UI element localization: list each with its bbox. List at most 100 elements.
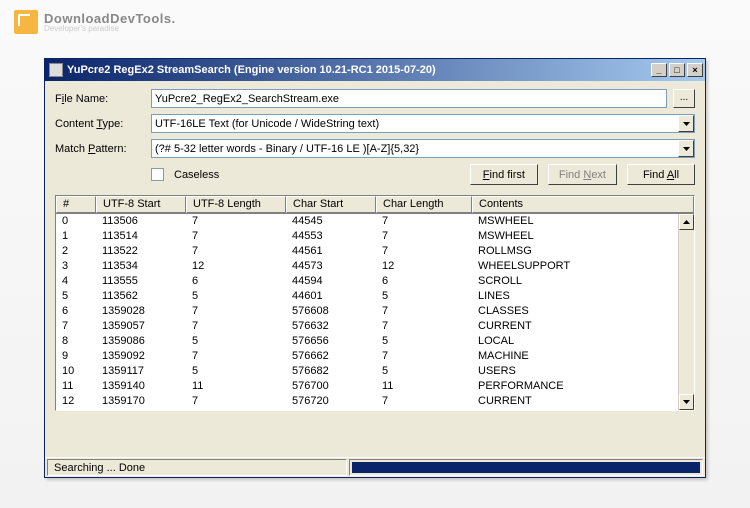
app-window: YuPcre2 RegEx2 StreamSearch (Engine vers… [44,58,706,478]
grid-header: # UTF-8 Start UTF-8 Length Char Start Ch… [56,196,694,214]
cell: 1 [56,229,96,244]
cell: 113562 [96,289,186,304]
file-name-input[interactable] [151,89,667,108]
cell: SCROLL [472,274,694,289]
col-utf8-length[interactable]: UTF-8 Length [186,196,286,213]
cell: 44553 [286,229,376,244]
cell: 576662 [286,349,376,364]
table-row[interactable]: 6135902875766087CLASSES [56,304,694,319]
table-row[interactable]: 10135911755766825USERS [56,364,694,379]
cell: 6 [56,304,96,319]
table-row[interactable]: 41135556445946SCROLL [56,274,694,289]
cell: 113514 [96,229,186,244]
match-pattern-label: Match Pattern: [55,143,145,155]
cell: 12 [186,259,286,274]
find-first-button[interactable]: Find first [470,164,538,185]
cell: 7 [186,349,286,364]
cell: 11 [376,379,472,394]
cell: 5 [186,289,286,304]
cell: WHEELSUPPORT [472,259,694,274]
cell: 113555 [96,274,186,289]
cell: 12 [376,259,472,274]
cell: 113522 [96,244,186,259]
cell: 1359086 [96,334,186,349]
close-button[interactable]: × [687,63,703,77]
site-brand: DownloadDevTools. Developer's paradise [14,10,176,34]
cell: 7 [186,319,286,334]
titlebar[interactable]: YuPcre2 RegEx2 StreamSearch (Engine vers… [45,59,705,81]
table-row[interactable]: 8135908655766565LOCAL [56,334,694,349]
cell: 11 [186,379,286,394]
col-char-length[interactable]: Char Length [376,196,472,213]
cell: 1359028 [96,304,186,319]
table-row[interactable]: 12135917075767207CURRENT [56,394,694,409]
cell: 7 [186,229,286,244]
caseless-label: Caseless [174,169,219,181]
cell: 576632 [286,319,376,334]
col-contents[interactable]: Contents [472,196,694,213]
cell: USERS [472,364,694,379]
cell: 44573 [286,259,376,274]
app-icon [49,63,63,77]
cell: CURRENT [472,394,694,409]
minimize-button[interactable]: _ [651,63,667,77]
cell: 6 [376,274,472,289]
cell: 7 [186,214,286,229]
browse-button[interactable]: ... [673,89,695,108]
cell: 7 [376,319,472,334]
table-row[interactable]: 7135905775766327CURRENT [56,319,694,334]
cell: 7 [186,394,286,409]
cell: 7 [56,319,96,334]
status-bar: Searching ... Done [45,457,705,477]
cell: 5 [186,334,286,349]
cell: 7 [376,214,472,229]
cell: 5 [376,334,472,349]
cell: 1359092 [96,349,186,364]
table-row[interactable]: 21135227445617ROLLMSG [56,244,694,259]
table-row[interactable]: 01135067445457MSWHEEL [56,214,694,229]
cell: 576682 [286,364,376,379]
status-message: Searching ... Done [47,459,347,476]
vertical-scrollbar[interactable] [678,214,694,410]
cell: PERFORMANCE [472,379,694,394]
cell: 576720 [286,394,376,409]
cell: 6 [186,274,286,289]
match-pattern-input[interactable] [151,139,695,158]
cell: 44561 [286,244,376,259]
results-grid: # UTF-8 Start UTF-8 Length Char Start Ch… [55,195,695,411]
cell: 12 [56,394,96,409]
content-type-label: Content Type: [55,118,145,130]
chevron-down-icon[interactable] [678,140,694,157]
find-all-button[interactable]: Find All [627,164,695,185]
table-row[interactable]: 9135909275766627MACHINE [56,349,694,364]
cell: ROLLMSG [472,244,694,259]
col-utf8-start[interactable]: UTF-8 Start [96,196,186,213]
col-char-start[interactable]: Char Start [286,196,376,213]
caseless-checkbox[interactable] [151,168,164,181]
chevron-down-icon[interactable] [678,115,694,132]
cell: 9 [56,349,96,364]
table-row[interactable]: 11135147445537MSWHEEL [56,229,694,244]
cell: 10 [56,364,96,379]
cell: 7 [376,304,472,319]
scroll-up-icon[interactable] [679,214,694,230]
file-name-label: File Name: [55,93,145,105]
table-row[interactable]: 3113534124457312WHEELSUPPORT [56,259,694,274]
brand-icon [14,10,38,34]
cell: 7 [376,349,472,364]
cell: MSWHEEL [472,229,694,244]
cell: 5 [186,364,286,379]
cell: 11 [56,379,96,394]
cell: 1359057 [96,319,186,334]
cell: 7 [186,244,286,259]
col-index[interactable]: # [56,196,96,213]
cell: 113534 [96,259,186,274]
maximize-button[interactable]: □ [669,63,685,77]
scroll-down-icon[interactable] [679,394,694,410]
content-type-select[interactable] [151,114,695,133]
cell: 7 [186,304,286,319]
table-row[interactable]: 51135625446015LINES [56,289,694,304]
cell: MSWHEEL [472,214,694,229]
cell: 576700 [286,379,376,394]
table-row[interactable]: 1113591401157670011PERFORMANCE [56,379,694,394]
